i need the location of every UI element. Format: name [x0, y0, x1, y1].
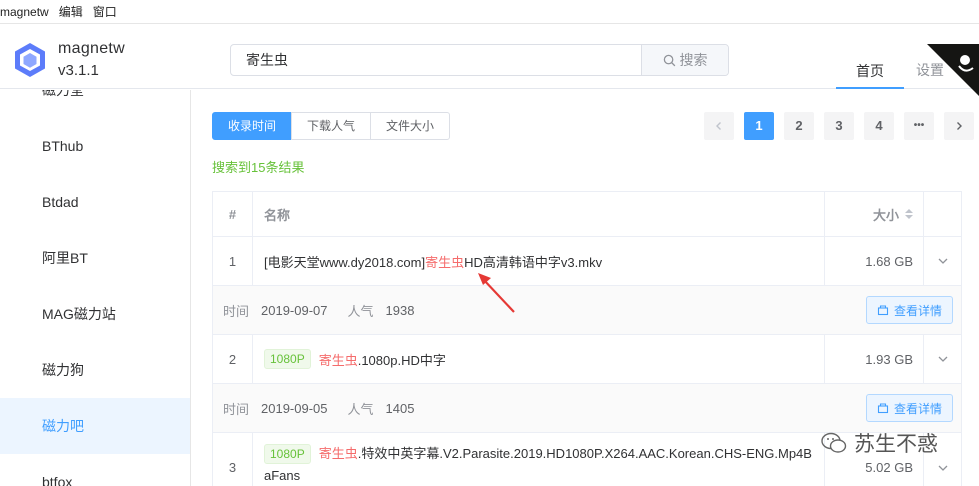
menu-item-app[interactable]: magnetw — [0, 5, 49, 19]
sidebar-item-btfox[interactable]: btfox — [0, 454, 190, 486]
keyword-highlight: 寄生虫 — [318, 446, 358, 461]
search-button[interactable]: 搜索 — [641, 45, 728, 75]
sidebar-item-ciligou[interactable]: 磁力狗 — [0, 342, 190, 398]
sort-by-size-button[interactable]: 文件大小 — [370, 112, 451, 140]
sidebar-item-btdad[interactable]: Btdad — [0, 174, 190, 230]
time-label: 时间 — [223, 303, 250, 319]
keyword-highlight: 寄生虫 — [425, 254, 465, 270]
watermark-text: 苏生不惑 — [854, 433, 938, 456]
app-version: v3.1.1 — [58, 62, 99, 79]
column-header-size-label: 大小 — [872, 207, 899, 223]
app-header: magnetw v3.1.1 搜索 首页 设置 — [0, 24, 979, 96]
wechat-icon — [821, 432, 847, 453]
view-detail-label: 查看详情 — [893, 401, 942, 416]
chevron-down-icon — [938, 465, 948, 471]
sort-button-group: 收录时间 下载人气 文件大小 — [212, 112, 451, 140]
next-page-button[interactable] — [944, 112, 974, 140]
column-header-num: # — [213, 192, 253, 236]
sidebar-item-alibt[interactable]: 阿里BT — [0, 230, 190, 286]
chevron-down-icon — [938, 356, 948, 362]
github-corner-icon[interactable] — [927, 44, 979, 96]
chevron-right-icon — [957, 122, 962, 130]
sidebar-item-ciliba[interactable]: 磁力吧 — [0, 398, 190, 454]
keyword-highlight: 寄生虫 — [318, 352, 358, 368]
sidebar-item-mag[interactable]: MAG磁力站 — [0, 286, 190, 342]
time-label: 时间 — [223, 401, 250, 417]
page-1-button[interactable]: 1 — [744, 112, 774, 140]
expand-toggle[interactable] — [924, 335, 961, 383]
name-suffix: .1080p.HD中字 — [357, 352, 446, 368]
table-header-row: # 名称 大小 — [213, 192, 961, 237]
sort-caret-icon[interactable] — [905, 209, 913, 219]
annotation-arrow-icon — [478, 273, 515, 313]
popularity-value: 1938 — [385, 302, 415, 318]
view-detail-button[interactable]: 查看详情 — [865, 296, 953, 324]
table-row[interactable]: 1 [电影天堂www.dy2018.com] 寄生虫 HD高清韩语中字v3.mkv … — [213, 237, 961, 286]
more-pages-button[interactable]: ••• — [904, 112, 934, 140]
quality-tag: 1080P — [264, 349, 311, 369]
popularity-value: 1405 — [385, 400, 415, 416]
chevron-down-icon — [938, 258, 948, 264]
page-3-button[interactable]: 3 — [824, 112, 854, 140]
row-name: 1080P 寄生虫 .1080p.HD中字 — [254, 335, 824, 383]
name-suffix: HD高清韩语中字v3.mkv — [464, 254, 603, 270]
menu-bar: magnetw 编辑 窗口 — [0, 0, 979, 24]
row-meta: 时间 2019-09-05 人气 1405 — [223, 384, 434, 432]
row-name: 1080P 寄生虫.特效中英字幕.V2.Parasite.2019.HD1080P… — [254, 433, 824, 486]
result-count: 搜索到15条结果 — [212, 160, 305, 175]
row-name: [电影天堂www.dy2018.com] 寄生虫 HD高清韩语中字v3.mkv — [254, 237, 824, 285]
search-button-label: 搜索 — [679, 52, 708, 68]
chevron-left-icon — [716, 122, 721, 130]
row-number: 2 — [213, 335, 253, 383]
app-name: magnetw — [58, 40, 126, 57]
quality-tag: 1080P — [264, 444, 311, 464]
watermark: 苏生不惑 — [820, 428, 938, 458]
view-detail-button[interactable]: 查看详情 — [865, 394, 953, 422]
app-logo-icon — [15, 43, 45, 77]
view-detail-label: 查看详情 — [893, 303, 942, 318]
menu-item-window[interactable]: 窗口 — [93, 3, 117, 20]
row-detail: 时间 2019-09-07 人气 1938 查看详情 — [213, 286, 961, 335]
search-input[interactable] — [231, 45, 641, 75]
pagination: 1 2 3 4 ••• — [704, 112, 979, 140]
expand-toggle[interactable] — [924, 237, 961, 285]
row-number: 1 — [213, 237, 253, 285]
column-header-name: 名称 — [264, 207, 291, 223]
sort-by-time-button[interactable]: 收录时间 — [212, 112, 293, 140]
table-row[interactable]: 2 1080P 寄生虫 .1080p.HD中字 1.93 GB — [213, 335, 961, 384]
row-number: 3 — [213, 433, 253, 486]
time-value: 2019-09-07 — [261, 302, 328, 318]
menu-item-edit[interactable]: 编辑 — [59, 3, 83, 20]
popularity-label: 人气 — [347, 401, 374, 417]
sidebar-item-cilitang[interactable]: 磁力堂 — [0, 90, 190, 118]
name-prefix: [电影天堂www.dy2018.com] — [264, 254, 426, 270]
time-value: 2019-09-05 — [261, 400, 328, 416]
row-size: 1.93 GB — [824, 335, 924, 383]
row-meta: 时间 2019-09-07 人气 1938 — [223, 286, 434, 334]
search-bar: 搜索 — [230, 44, 729, 76]
search-icon — [663, 54, 675, 66]
column-header-size[interactable]: 大小 — [824, 192, 924, 236]
popularity-label: 人气 — [347, 303, 374, 319]
main-content: 收录时间 下载人气 文件大小 1 2 3 4 ••• 搜索到15条结果 # 名称… — [192, 90, 979, 486]
sidebar: 磁力堂 BThub Btdad 阿里BT MAG磁力站 磁力狗 磁力吧 btfo… — [0, 90, 191, 486]
nav-home-tab[interactable]: 首页 — [836, 48, 904, 89]
page-4-button[interactable]: 4 — [864, 112, 894, 140]
row-size: 1.68 GB — [824, 237, 924, 285]
prev-page-button[interactable] — [704, 112, 734, 140]
sort-by-popularity-button[interactable]: 下载人气 — [291, 112, 372, 140]
sidebar-item-bthub[interactable]: BThub — [0, 118, 190, 174]
detail-icon — [877, 305, 889, 316]
detail-icon — [877, 403, 889, 414]
page-2-button[interactable]: 2 — [784, 112, 814, 140]
row-detail: 时间 2019-09-05 人气 1405 查看详情 — [213, 384, 961, 433]
